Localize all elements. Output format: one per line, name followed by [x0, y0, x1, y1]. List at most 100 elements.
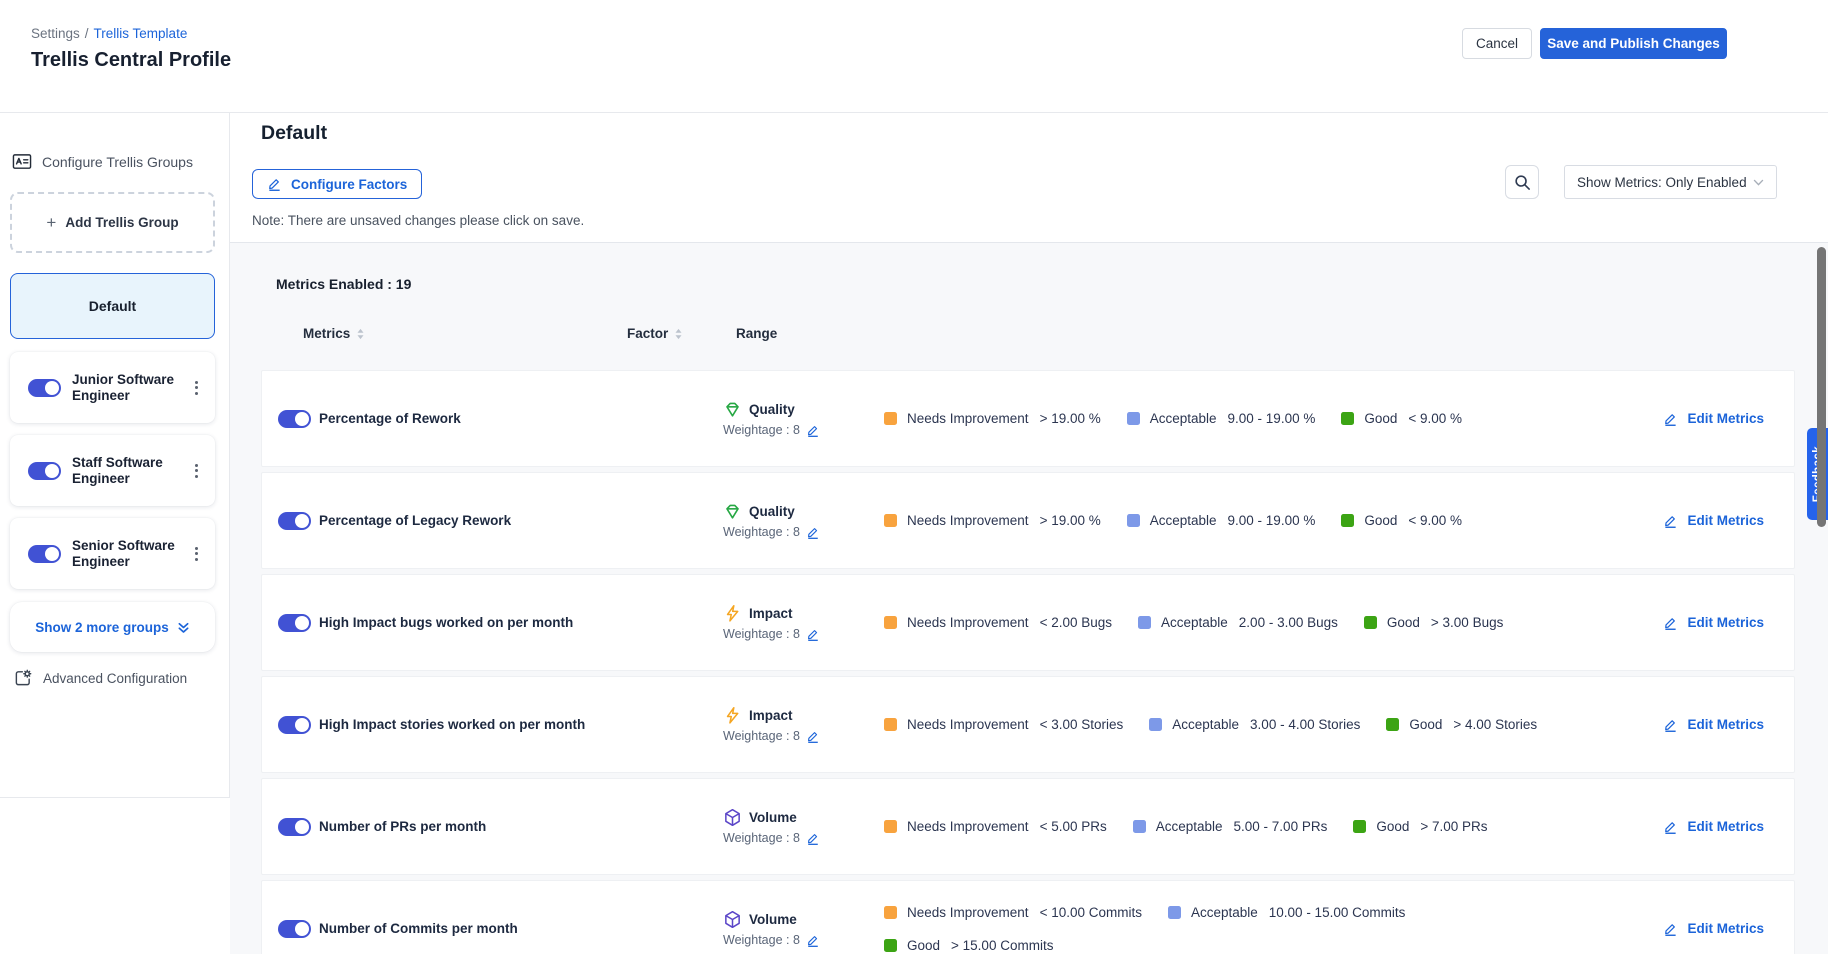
metric-toggle-cell [262, 716, 319, 734]
metric-enabled-toggle[interactable] [278, 920, 311, 938]
trellis-group-card[interactable]: Junior Software Engineer [10, 352, 215, 423]
range-label: Good [1387, 615, 1420, 630]
range-label: Needs Improvement [907, 513, 1029, 528]
weightage-label: Weightage : 8 [723, 729, 800, 743]
range-chip: Good > 7.00 PRs [1353, 819, 1487, 834]
metric-enabled-toggle[interactable] [278, 716, 311, 734]
metric-enabled-toggle[interactable] [278, 512, 311, 530]
range-label: Acceptable [1150, 411, 1217, 426]
show-more-groups-label: Show 2 more groups [35, 620, 169, 635]
edit-weightage-icon[interactable] [806, 730, 820, 743]
search-button[interactable] [1505, 165, 1539, 199]
range-color-swatch [884, 939, 897, 952]
range-color-swatch [1138, 616, 1151, 629]
edit-weightage-icon[interactable] [806, 934, 820, 947]
column-header-metrics[interactable]: Metrics [303, 326, 627, 341]
trellis-group-list: Junior Software Engineer Staff Software … [10, 352, 215, 601]
range-value: < 5.00 PRs [1040, 819, 1107, 834]
edit-metrics-link[interactable]: Edit Metrics [1663, 717, 1764, 732]
group-enabled-toggle[interactable] [28, 379, 61, 397]
metric-toggle-cell [262, 512, 319, 530]
breadcrumb-trellis-template-link[interactable]: Trellis Template [94, 26, 188, 41]
column-header-factor-label: Factor [627, 326, 668, 341]
range-label: Good [1376, 819, 1409, 834]
range-label: Needs Improvement [907, 819, 1029, 834]
kebab-menu-icon[interactable] [187, 377, 205, 399]
range-value: < 9.00 % [1408, 513, 1462, 528]
top-header: Settings/Trellis Template Trellis Centra… [0, 0, 1828, 113]
breadcrumb-settings-link[interactable]: Settings [31, 26, 80, 41]
edit-metrics-label: Edit Metrics [1687, 615, 1764, 630]
edit-metrics-link[interactable]: Edit Metrics [1663, 513, 1764, 528]
add-trellis-group-button[interactable]: + Add Trellis Group [10, 192, 215, 253]
range-chip: Acceptable 5.00 - 7.00 PRs [1133, 819, 1328, 834]
range-label: Good [1364, 411, 1397, 426]
range-color-swatch [884, 514, 897, 527]
configure-factors-label: Configure Factors [291, 177, 407, 192]
kebab-menu-icon[interactable] [187, 543, 205, 565]
trellis-group-card[interactable]: Senior Software Engineer [10, 518, 215, 589]
edit-weightage-icon[interactable] [806, 832, 820, 845]
group-enabled-toggle[interactable] [28, 545, 61, 563]
pencil-icon [1663, 412, 1678, 426]
show-more-groups-button[interactable]: Show 2 more groups [10, 602, 215, 652]
metric-enabled-toggle[interactable] [278, 614, 311, 632]
metric-row: Percentage of Rework Quality Weightage :… [261, 370, 1795, 467]
range-value: > 3.00 Bugs [1431, 615, 1503, 630]
edit-metrics-link[interactable]: Edit Metrics [1663, 921, 1764, 936]
range-label: Acceptable [1191, 905, 1258, 920]
range-color-swatch [1127, 514, 1140, 527]
range-color-swatch [884, 412, 897, 425]
quality-icon [723, 400, 742, 419]
edit-metrics-cell: Edit Metrics [1624, 615, 1794, 630]
weightage-label: Weightage : 8 [723, 933, 800, 947]
metrics-enabled-count: Metrics Enabled : 19 [276, 276, 411, 292]
sort-icon [356, 328, 365, 340]
edit-metrics-link[interactable]: Edit Metrics [1663, 411, 1764, 426]
weightage-label: Weightage : 8 [723, 423, 800, 437]
range-value: 9.00 - 19.00 % [1228, 513, 1316, 528]
edit-metrics-label: Edit Metrics [1687, 921, 1764, 936]
trellis-group-card[interactable]: Staff Software Engineer [10, 435, 215, 506]
show-metrics-dropdown[interactable]: Show Metrics: Only Enabled [1564, 165, 1777, 199]
range-cell: Needs Improvement < 2.00 Bugs Acceptable… [884, 615, 1624, 630]
range-color-swatch [1364, 616, 1377, 629]
edit-metrics-link[interactable]: Edit Metrics [1663, 819, 1764, 834]
edit-metrics-cell: Edit Metrics [1624, 513, 1794, 528]
group-enabled-toggle[interactable] [28, 462, 61, 480]
factor-name: Impact [749, 708, 793, 723]
edit-weightage-icon[interactable] [806, 526, 820, 539]
range-cell: Needs Improvement < 10.00 Commits Accept… [884, 905, 1624, 953]
column-header-range-label: Range [736, 326, 777, 341]
sidebar: Configure Trellis Groups + Add Trellis G… [0, 113, 230, 798]
id-badge-icon [12, 152, 32, 171]
kebab-menu-icon[interactable] [187, 460, 205, 482]
metric-row: Number of PRs per month Volume Weightage… [261, 778, 1795, 875]
range-cell: Needs Improvement > 19.00 % Acceptable 9… [884, 411, 1624, 426]
metric-enabled-toggle[interactable] [278, 410, 311, 428]
group-name: Junior Software Engineer [72, 372, 187, 404]
save-and-publish-button[interactable]: Save and Publish Changes [1540, 28, 1727, 59]
range-chip: Good < 9.00 % [1341, 513, 1462, 528]
vertical-scrollbar-thumb[interactable] [1817, 247, 1826, 527]
advanced-configuration-button[interactable]: Advanced Configuration [14, 669, 187, 687]
column-header-factor[interactable]: Factor [627, 326, 736, 341]
breadcrumb-separator: / [85, 26, 89, 41]
sidebar-item-default-group[interactable]: Default [10, 273, 215, 339]
factor-name: Quality [749, 402, 795, 417]
range-value: < 3.00 Stories [1040, 717, 1124, 732]
edit-weightage-icon[interactable] [806, 424, 820, 437]
range-chip: Acceptable 2.00 - 3.00 Bugs [1138, 615, 1338, 630]
range-label: Good [1364, 513, 1397, 528]
metric-enabled-toggle[interactable] [278, 818, 311, 836]
edit-metrics-link[interactable]: Edit Metrics [1663, 615, 1764, 630]
metric-toggle-cell [262, 410, 319, 428]
cancel-button[interactable]: Cancel [1462, 28, 1532, 59]
range-chip: Needs Improvement > 19.00 % [884, 411, 1101, 426]
quality-icon [723, 502, 742, 521]
range-label: Good [907, 938, 940, 953]
range-color-swatch [1149, 718, 1162, 731]
range-color-swatch [1353, 820, 1366, 833]
edit-weightage-icon[interactable] [806, 628, 820, 641]
configure-factors-button[interactable]: Configure Factors [252, 169, 422, 199]
